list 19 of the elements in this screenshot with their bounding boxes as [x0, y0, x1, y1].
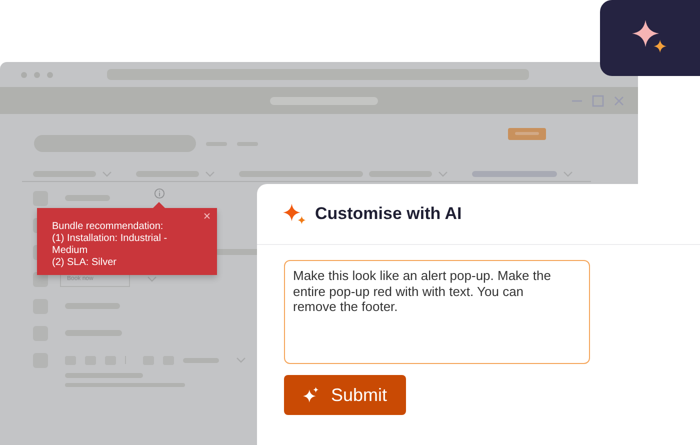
popup-text: (2) SLA: Silver [52, 257, 118, 269]
prompt-field[interactable]: Make this look like an alert pop-up. Make the entire pop-up red with with text. You can remove the footer. [284, 260, 590, 364]
window-dot [21, 72, 27, 78]
chevron-icon [147, 276, 157, 282]
window-dot [34, 72, 40, 78]
info-icon [154, 188, 165, 199]
sparkle-icon [302, 387, 319, 403]
window-dot [47, 72, 53, 78]
chevron-icon [204, 171, 215, 177]
chevron-icon [563, 171, 574, 177]
sparkle-icon [283, 202, 306, 226]
close-icon [204, 213, 210, 219]
panel-title: Customise with AI [315, 204, 462, 224]
submit-button[interactable]: Submit [284, 375, 406, 415]
chevron-icon [102, 171, 112, 177]
chevron-icon [438, 171, 448, 177]
popup-text: Bundle recommendation: [52, 221, 164, 233]
popup-text: (1) Installation: Industrial - Medium [52, 233, 168, 257]
chevron-icon [236, 357, 246, 363]
